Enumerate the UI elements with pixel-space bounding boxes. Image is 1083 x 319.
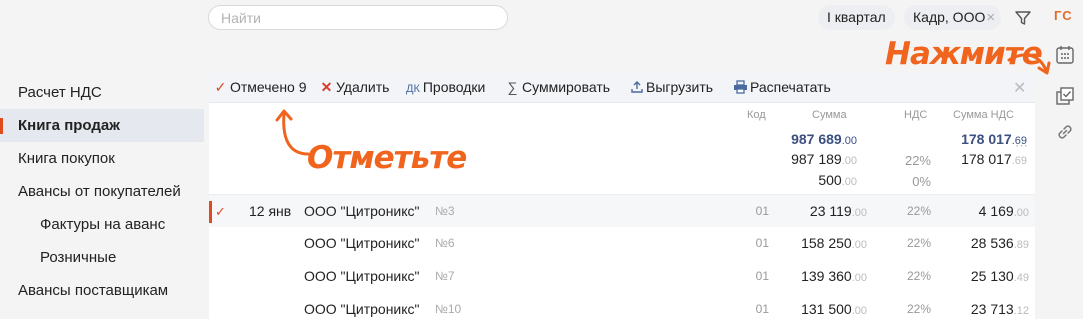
row-rate: 22% xyxy=(906,204,931,218)
delete-label: Удалить xyxy=(336,79,390,95)
filter-icon[interactable] xyxy=(1012,7,1034,29)
header-sum: Сумма xyxy=(812,109,847,121)
total-sum-22: 987 189.00 xyxy=(791,151,857,167)
row-sum: 158 250.00 xyxy=(801,235,867,251)
row-vat-sum: 4 169.00 xyxy=(978,203,1029,219)
row-vat-sum: 23 713.12 xyxy=(970,301,1029,317)
header-vat-sum: Сумма НДС xyxy=(953,109,1014,121)
sidebar-item-purchase-book[interactable]: Книга покупок xyxy=(0,142,204,175)
total-vat-sum: 178 017.69 xyxy=(961,131,1027,147)
row-rate: 22% xyxy=(906,302,931,316)
table-row[interactable]: ООО "Цитроникс" №10 01 131 500.00 22% 23… xyxy=(209,293,1035,319)
row-code: 01 xyxy=(755,236,769,250)
table-row[interactable]: ООО "Цитроникс" №6 01 158 250.00 22% 28 … xyxy=(209,227,1035,260)
org-filter-label: Кадр, ООО xyxy=(913,9,986,25)
check-icon: ✓ xyxy=(214,79,227,95)
total-rate-22: 22% xyxy=(904,153,931,168)
sum-button[interactable]: ∑ Суммировать xyxy=(505,72,611,103)
sidebar-item-sales-book[interactable]: Книга продаж xyxy=(0,109,204,142)
row-sum: 131 500.00 xyxy=(801,301,867,317)
user-avatar[interactable]: ГС xyxy=(1054,8,1073,23)
marked-label: Отмечено 9 xyxy=(230,79,307,95)
header-code: Код xyxy=(747,109,766,121)
calendar-icon[interactable] xyxy=(1053,43,1077,67)
sidebar-item-retail[interactable]: Розничные xyxy=(0,241,204,274)
row-vat-sum: 28 536.89 xyxy=(970,235,1029,251)
row-rate: 22% xyxy=(906,236,931,250)
row-rate: 22% xyxy=(906,269,931,283)
total-sum: 987 689.00 xyxy=(791,131,857,147)
row-number: №3 xyxy=(435,204,455,218)
sum-label: Суммировать xyxy=(522,79,611,95)
row-code: 01 xyxy=(755,302,769,316)
row-vat-sum: 25 130.49 xyxy=(970,268,1029,284)
table-row[interactable]: ООО "Цитроникс" №7 01 139 360.00 22% 25 … xyxy=(209,260,1035,293)
postings-label: Проводки xyxy=(422,79,486,95)
search-input[interactable] xyxy=(209,6,507,29)
row-org: ООО "Цитроникс" xyxy=(304,301,420,317)
sidebar-item-customer-advances[interactable]: Авансы от покупателей xyxy=(0,175,204,208)
total-vat-sum-22: 178 017.69 xyxy=(961,151,1027,167)
sigma-icon: ∑ xyxy=(507,79,518,95)
export-label: Выгрузить xyxy=(646,79,714,95)
row-number: №7 xyxy=(435,269,455,283)
upload-icon xyxy=(629,72,644,103)
row-date: 12 янв xyxy=(249,203,292,219)
row-code: 01 xyxy=(755,269,769,283)
export-button[interactable]: Выгрузить xyxy=(629,72,713,103)
row-org: ООО "Цитроникс" xyxy=(304,235,420,251)
search-box[interactable] xyxy=(208,5,508,30)
delete-button[interactable]: ✕ Удалить xyxy=(319,72,390,103)
link-icon[interactable] xyxy=(1053,120,1077,144)
row-code: 01 xyxy=(755,204,769,218)
quarter-filter-chip[interactable]: I квартал xyxy=(818,5,895,30)
table-row[interactable]: ✓ 12 янв ООО "Цитроникс" №3 01 23 119.00… xyxy=(209,194,1035,227)
delete-icon: ✕ xyxy=(320,79,333,95)
printer-icon xyxy=(733,72,748,103)
org-filter-chip[interactable]: Кадр, ООО× xyxy=(904,5,1002,30)
row-sum: 139 360.00 xyxy=(801,268,867,284)
postings-icon: ДК xyxy=(406,83,420,95)
mark-callout: Отметьте xyxy=(307,140,467,176)
row-number: №6 xyxy=(435,236,455,250)
selection-toolbar: ✓ Отмечено 9 ✕ Удалить ДК Проводки ∑ Суммиро… xyxy=(209,72,1035,103)
print-label: Распечатать xyxy=(750,79,831,95)
header-vat: НДС xyxy=(904,109,928,121)
row-org: ООО "Цитроникс" xyxy=(304,203,420,219)
row-number: №10 xyxy=(435,302,462,316)
sidebar: Расчет НДС Книга продаж Книга покупок Ав… xyxy=(0,76,204,307)
check-list-icon[interactable] xyxy=(1053,84,1077,108)
sales-book-panel: ✓ Отмечено 9 ✕ Удалить ДК Проводки ∑ Суммиро… xyxy=(209,72,1035,319)
check-icon[interactable]: ✓ xyxy=(215,195,226,228)
postings-button[interactable]: ДК Проводки xyxy=(406,72,485,103)
press-arrow xyxy=(1007,53,1051,75)
total-rate-0: 0% xyxy=(912,174,931,189)
close-icon[interactable]: ✕ xyxy=(1013,78,1026,98)
print-button[interactable]: Распечатать xyxy=(733,72,831,103)
marked-toggle[interactable]: ✓ Отмечено 9 xyxy=(213,72,307,103)
sidebar-item-advance-invoices[interactable]: Фактуры на аванс xyxy=(0,208,204,241)
total-sum-0: 500.00 xyxy=(818,172,857,188)
row-sum: 23 119.00 xyxy=(809,203,867,219)
sidebar-item-vat-calc[interactable]: Расчет НДС xyxy=(0,76,204,109)
close-icon[interactable]: × xyxy=(986,9,995,26)
mark-arrow xyxy=(275,109,310,156)
row-org: ООО "Цитроникс" xyxy=(304,268,420,284)
sidebar-item-supplier-advances[interactable]: Авансы поставщикам xyxy=(0,274,204,307)
